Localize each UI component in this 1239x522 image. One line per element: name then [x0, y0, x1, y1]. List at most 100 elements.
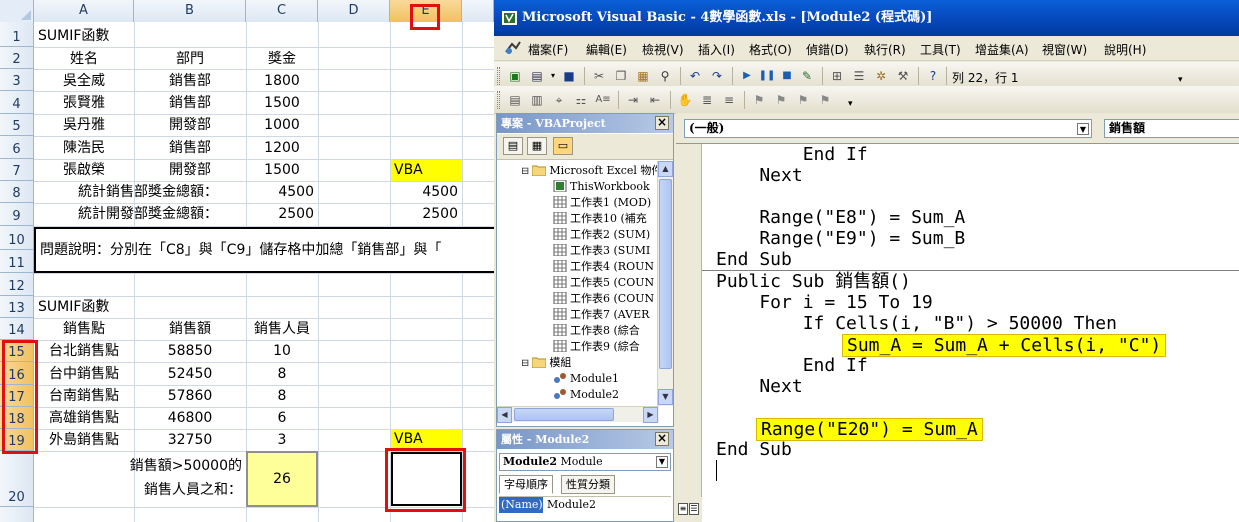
object-combo[interactable]: (一般) ▼	[684, 119, 1092, 138]
find-icon[interactable]: ⚲	[656, 67, 674, 85]
view-code-icon[interactable]: ▤	[503, 137, 523, 155]
row-header-12[interactable]: 12	[0, 273, 34, 296]
menu-window[interactable]: 視窗(W)	[1042, 41, 1087, 58]
tree-folder-modules[interactable]: ⊟ 模組	[521, 355, 571, 371]
save-icon[interactable]: ■	[560, 67, 578, 85]
toolbar-options-icon[interactable]: ▾	[848, 99, 853, 109]
tree-folder-excel-objects[interactable]: ⊟ Microsoft Excel 物件	[521, 163, 659, 179]
list-properties-icon[interactable]: ▤	[506, 91, 524, 109]
tree-item-thisworkbook[interactable]: ThisWorkbook	[553, 179, 650, 195]
scroll-thumb[interactable]	[514, 408, 614, 421]
tree-item-module1[interactable]: Module1	[553, 371, 619, 387]
tree-item-sheet[interactable]: 工作表8 (綜合	[553, 323, 640, 339]
tree-item-sheet[interactable]: 工作表5 (COUN	[553, 275, 654, 291]
row-header-6[interactable]: 6	[0, 136, 34, 159]
sum-sales-vba-value[interactable]: 4500	[390, 182, 458, 202]
vba-menu-icon[interactable]	[504, 40, 522, 56]
row-header-11[interactable]: 11	[0, 250, 34, 273]
column-header-d[interactable]: D	[318, 0, 390, 22]
sum-dev-vba-value[interactable]: 2500	[390, 204, 458, 224]
excel-view-icon[interactable]: ▣	[506, 67, 524, 85]
row-header-20[interactable]: 20	[0, 451, 34, 507]
help-icon[interactable]: ?	[924, 67, 942, 85]
indent-icon[interactable]: ⇥	[624, 91, 642, 109]
row-header-4[interactable]: 4	[0, 91, 34, 114]
sum-sales-value[interactable]: 4500	[246, 182, 314, 202]
row-header-21[interactable]	[0, 507, 34, 522]
clear-bookmarks-icon[interactable]: ⚑	[816, 91, 834, 109]
scroll-right-icon[interactable]: ▶	[643, 407, 658, 423]
row-header-8[interactable]: 8	[0, 181, 34, 203]
toolbox-icon[interactable]: ⚒	[894, 67, 912, 85]
next-bookmark-icon[interactable]: ⚑	[772, 91, 790, 109]
close-icon[interactable]: ×	[655, 116, 669, 130]
row-header-3[interactable]: 3	[0, 69, 34, 91]
row-header-13[interactable]: 13	[0, 296, 34, 318]
tree-item-sheet[interactable]: 工作表9 (綜合	[553, 339, 640, 355]
chevron-down-icon[interactable]: ▼	[1077, 123, 1089, 135]
undo-icon[interactable]: ↶	[686, 67, 704, 85]
column-header-a[interactable]: A	[34, 0, 134, 22]
properties-icon[interactable]: ☰	[850, 67, 868, 85]
paste-icon[interactable]: ▦	[634, 67, 652, 85]
tree-item-module2[interactable]: Module2	[553, 387, 619, 403]
project-explorer-icon[interactable]: ⊞	[828, 67, 846, 85]
parameter-info-icon[interactable]: ⚏	[572, 91, 590, 109]
row-header-14[interactable]: 14	[0, 318, 34, 340]
cut-icon[interactable]: ✂	[590, 67, 608, 85]
object-selector[interactable]: Module2 Module ▼	[499, 453, 671, 471]
comment-block-icon[interactable]: ≣	[698, 91, 716, 109]
procedure-view-icon[interactable]: ≡	[678, 503, 688, 515]
menu-run[interactable]: 執行(R)	[864, 41, 906, 58]
copy-icon[interactable]: ❐	[612, 67, 630, 85]
quick-info-icon[interactable]: ⌖	[550, 91, 568, 109]
menu-debug[interactable]: 偵錯(D)	[806, 41, 849, 58]
redo-icon[interactable]: ↷	[708, 67, 726, 85]
row-header-2[interactable]: 2	[0, 47, 34, 69]
tree-vertical-scrollbar[interactable]: ▲ ▼	[657, 161, 673, 406]
tree-item-sheet[interactable]: 工作表6 (COUN	[553, 291, 654, 307]
object-browser-icon[interactable]: ✲	[872, 67, 890, 85]
row-header-9[interactable]: 9	[0, 203, 34, 226]
previous-bookmark-icon[interactable]: ⚑	[794, 91, 812, 109]
select-all-corner[interactable]	[0, 0, 34, 22]
run-icon[interactable]: ▶	[738, 67, 756, 85]
pause-icon[interactable]: ❚❚	[758, 67, 776, 85]
scroll-down-icon[interactable]: ▼	[658, 389, 673, 405]
menu-format[interactable]: 格式(O)	[749, 41, 792, 58]
column-header-f[interactable]	[462, 0, 494, 22]
row-header-5[interactable]: 5	[0, 114, 34, 136]
toolbar-options-icon[interactable]: ▾	[1178, 75, 1183, 85]
tab-categorized[interactable]: 性質分類	[561, 475, 615, 494]
code-editor[interactable]: End If Next Range("E8") = Sum_A Range("E…	[676, 143, 1239, 522]
menu-edit[interactable]: 編輯(E)	[586, 41, 627, 58]
toggle-breakpoint-icon[interactable]: ✋	[676, 91, 694, 109]
menu-addins[interactable]: 增益集(A)	[975, 41, 1029, 58]
toggle-folders-icon[interactable]: ▭	[553, 137, 573, 155]
stop-icon[interactable]: ■	[778, 67, 796, 85]
tree-item-sheet[interactable]: 工作表1 (MOD)	[553, 195, 651, 211]
column-header-b[interactable]: B	[134, 0, 246, 22]
tree-item-sheet[interactable]: 工作表7 (AVER	[553, 307, 649, 323]
tree-horizontal-scrollbar[interactable]: ◀ ▶	[497, 406, 659, 423]
close-icon[interactable]: ×	[655, 432, 669, 446]
row-header-7[interactable]: 7	[0, 159, 34, 181]
outdent-icon[interactable]: ⇤	[646, 91, 664, 109]
menu-tools[interactable]: 工具(T)	[920, 41, 961, 58]
tree-item-sheet[interactable]: 工作表10 (補充	[553, 211, 647, 227]
column-header-c[interactable]: C	[246, 0, 318, 22]
vbe-title-bar[interactable]: Microsoft Visual Basic - 4數學函數.xls - [Mo…	[494, 0, 1239, 36]
scroll-up-icon[interactable]: ▲	[658, 161, 673, 177]
menu-view[interactable]: 檢視(V)	[642, 41, 684, 58]
tree-item-sheet[interactable]: 工作表4 (ROUN	[553, 259, 654, 275]
full-module-view-icon[interactable]: ☰	[689, 503, 699, 515]
sum-dev-value[interactable]: 2500	[246, 204, 314, 224]
menu-insert[interactable]: 插入(I)	[698, 41, 735, 58]
tree-item-sheet[interactable]: 工作表3 (SUMI	[553, 243, 650, 259]
row-header-10[interactable]: 10	[0, 226, 34, 250]
uncomment-block-icon[interactable]: ≡	[720, 91, 738, 109]
menu-help[interactable]: 說明(H)	[1104, 41, 1146, 58]
chevron-down-icon[interactable]: ▼	[656, 456, 668, 468]
result-value-cell[interactable]: 26	[246, 451, 318, 507]
tree-item-sheet[interactable]: 工作表2 (SUM)	[553, 227, 650, 243]
